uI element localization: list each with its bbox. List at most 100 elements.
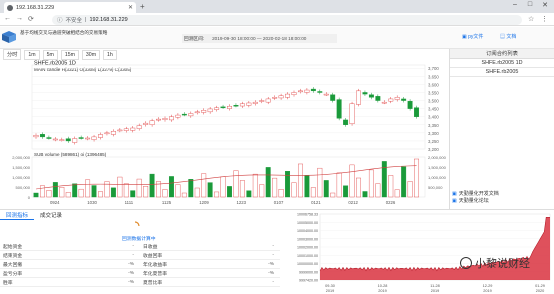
- forum-link[interactable]: ▣ 天勤量化论坛: [452, 198, 499, 205]
- eq-x-year: 2019: [431, 289, 439, 293]
- candle: [317, 91, 323, 93]
- timeframe-4[interactable]: 30m: [81, 49, 101, 60]
- y-tick: 3,250: [428, 139, 439, 144]
- y-tick: 3,600: [428, 82, 439, 87]
- candle: [349, 103, 355, 124]
- volume-bar: [175, 184, 181, 198]
- volume-bar: [310, 187, 316, 198]
- eq-x-year: 2020: [536, 289, 544, 293]
- eq-y-tick: 10003000.00: [297, 237, 318, 241]
- vol-y-tick: 0: [28, 195, 31, 200]
- timeframe-bar: 分时 1m 5m 15m 30m 1h: [0, 49, 140, 60]
- doc-button[interactable]: ▤ 文档: [500, 33, 516, 40]
- candle: [401, 98, 407, 101]
- timeframe-1[interactable]: 1m: [24, 49, 40, 60]
- close-window-button[interactable]: ✕: [538, 1, 552, 9]
- stat-k2: 夏普比率: [143, 280, 163, 286]
- candle: [201, 110, 207, 113]
- stats-row: 盈亏分率 -% 年化夏普率 -%: [0, 269, 280, 278]
- sidebar-item-rb2005-1d[interactable]: SHFE.rb2005 1D: [450, 59, 554, 68]
- candle: [85, 137, 91, 140]
- y-tick: 3,500: [428, 99, 439, 104]
- doc-icon: ▤: [500, 34, 506, 40]
- volume-bar: [143, 186, 149, 198]
- info-icon: ⓘ: [57, 18, 63, 24]
- eq-y-tick: 10005000.00: [297, 221, 318, 225]
- volume-bar: [356, 177, 361, 198]
- volume-bar: [181, 192, 187, 198]
- candle: [59, 139, 65, 141]
- stat-v1: -%: [128, 279, 134, 285]
- candle: [381, 101, 387, 104]
- file-icon: ▣: [462, 34, 467, 40]
- volume-bar: [220, 176, 226, 198]
- volume-bar: [91, 185, 97, 198]
- browser-tab[interactable]: 192.168.31.229 ✕: [4, 2, 136, 13]
- contract-sidebar: 订阅合约列表 SHFE.rb2005 1D SHFE.rb2005: [449, 49, 554, 209]
- timeframe-0[interactable]: 分时: [3, 49, 22, 60]
- reload-icon[interactable]: ⟳: [28, 15, 34, 23]
- eq-x-tick: 01-29: [535, 284, 545, 288]
- volume-bar: [349, 164, 355, 198]
- loading-text: 回测数据计算中: [122, 237, 156, 242]
- forum-icon: ▣: [452, 198, 457, 204]
- volume-bar: [227, 186, 232, 198]
- candle: [110, 131, 116, 135]
- timeframe-3[interactable]: 15m: [60, 49, 79, 60]
- new-tab-button[interactable]: +: [140, 2, 145, 11]
- tab-metrics[interactable]: 回测指标: [0, 210, 35, 220]
- volume-bar: [252, 173, 258, 198]
- eq-y-tick: 10004000.00: [297, 229, 318, 233]
- sidebar-links: ▣ 天勤量化开发文档 ▣ 天勤量化论坛: [452, 191, 499, 205]
- close-tab-icon[interactable]: ✕: [128, 4, 133, 11]
- candle: [297, 90, 303, 93]
- star-icon[interactable]: ☆: [528, 15, 534, 23]
- docs-link[interactable]: ▣ 天勤量化开发文档: [452, 191, 499, 198]
- stat-k2: 日收益: [143, 244, 158, 250]
- menu-icon[interactable]: ⋮: [541, 15, 548, 23]
- volume-bar: [246, 190, 252, 198]
- candle: [175, 114, 181, 118]
- oi-y-tick: 2,000,000: [428, 155, 447, 160]
- timeframe-5[interactable]: 1h: [103, 49, 117, 60]
- candle: [246, 102, 252, 106]
- volume-bar: [304, 175, 310, 198]
- vol-y-tick: 1,000,000: [12, 175, 31, 180]
- candle: [227, 105, 232, 109]
- eq-x-year: 2019: [326, 289, 334, 293]
- equity-chart[interactable]: 10006758.33 10005000.00 10004000.00 1000300…: [280, 210, 554, 294]
- tab-trades[interactable]: 成交记录: [34, 210, 68, 220]
- strategy-description: 基于均线交叉与通道突破相结合的交易策略: [20, 30, 108, 35]
- stat-k1: 起始资金: [3, 244, 23, 250]
- candle: [388, 98, 394, 102]
- stats-row: 胜率 -% 夏普比率 -: [0, 278, 280, 287]
- candle: [65, 138, 71, 142]
- volume-bar: [39, 185, 45, 198]
- volume-bar: [291, 182, 297, 198]
- candle: [72, 138, 78, 143]
- candle: [407, 100, 413, 109]
- timeframe-2[interactable]: 5m: [42, 49, 58, 60]
- py-file-button[interactable]: ▣ py文件: [462, 33, 483, 40]
- candle: [98, 134, 103, 138]
- volume-bar: [123, 183, 129, 198]
- volume-bar: [130, 190, 136, 198]
- candle: [188, 113, 194, 117]
- url-input[interactable]: ⓘ 不安全 | 192.168.31.229: [52, 15, 522, 25]
- stat-k1: 最大回撤: [3, 262, 23, 268]
- back-icon[interactable]: ←: [4, 15, 11, 22]
- candle: [143, 122, 149, 125]
- candle: [414, 107, 420, 117]
- x-tick: 1111: [125, 200, 134, 205]
- stat-v1: -%: [128, 270, 134, 276]
- stats-row: 起始资金 - 日收益 -: [0, 242, 280, 251]
- sidebar-item-rb2005[interactable]: SHFE.rb2005: [450, 68, 554, 77]
- forward-icon[interactable]: →: [16, 15, 23, 22]
- maximize-button[interactable]: □: [523, 1, 537, 8]
- volume-bar: [98, 191, 103, 198]
- volume-bar: [375, 183, 381, 198]
- volume-bar: [414, 158, 420, 198]
- kline-chart[interactable]: SHFE.rb2005 1DMAIN candle H(3321) O(3308…: [0, 49, 448, 207]
- minimize-button[interactable]: –: [508, 1, 522, 8]
- eq-x-tick: 12-29: [483, 284, 493, 288]
